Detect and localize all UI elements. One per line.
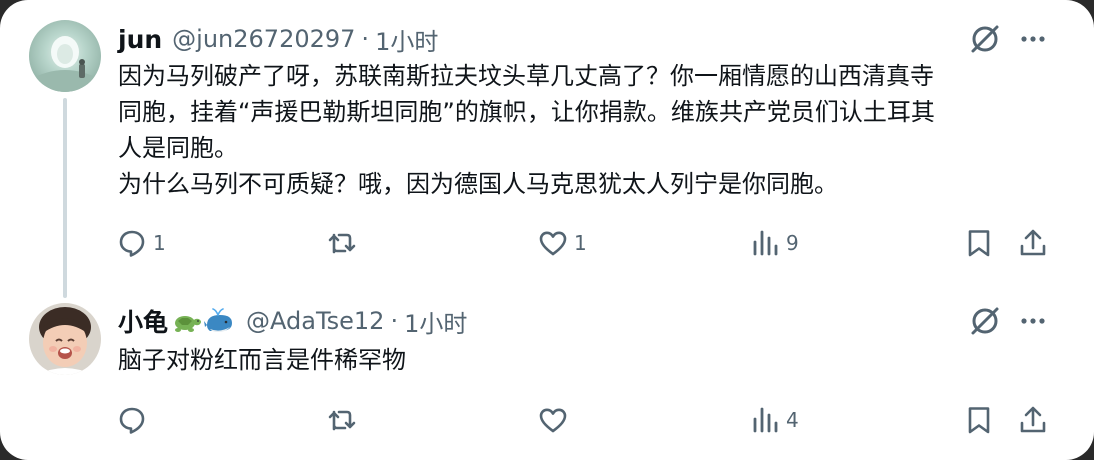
- action-bar: 1 1 9: [0, 223, 1094, 263]
- tweet-text: 脑子对粉红而言是件稀罕物: [118, 342, 1068, 378]
- share-button[interactable]: [1018, 223, 1048, 263]
- grok-icon[interactable]: [968, 22, 1002, 56]
- display-name[interactable]: jun: [118, 25, 162, 54]
- action-bar: 4: [0, 400, 1094, 440]
- retweet-button[interactable]: [327, 400, 363, 440]
- tweet-text: 因为马列破产了呀，苏联南斯拉夫坟头草几丈高了？你一厢情愿的山西清真寺 同胞，挂着…: [118, 58, 1068, 202]
- whale-emoji: [204, 308, 233, 332]
- views-button[interactable]: 4: [750, 400, 799, 440]
- user-handle[interactable]: @jun26720297: [172, 25, 355, 53]
- tweet-thread-card: jun @jun26720297 · 1小时 因为马列破产了呀，苏联南斯拉夫坟头…: [0, 0, 1094, 460]
- avatar-jun[interactable]: [29, 20, 101, 92]
- retweet-icon: [328, 233, 356, 254]
- views-count: 9: [786, 231, 799, 255]
- reply-icon: [119, 230, 145, 257]
- like-icon: [539, 231, 567, 256]
- display-name[interactable]: 小龟: [118, 303, 168, 339]
- reply-icon: [119, 407, 145, 434]
- bookmark-button[interactable]: [964, 400, 994, 440]
- bookmark-icon: [968, 230, 990, 257]
- tweet-header: 小龟 @AdaTse12 · 1小时: [118, 304, 467, 338]
- tweet-text-line: 为什么马列不可质疑？哦，因为德国人马克思犹太人列宁是你同胞。: [118, 170, 838, 198]
- tweet-text-line: 人是同胞。: [118, 134, 238, 162]
- avatar-adatse[interactable]: [29, 303, 101, 375]
- tweet-text-line: 因为马列破产了呀，苏联南斯拉夫坟头草几丈高了？你一厢情愿的山西清真寺: [118, 62, 934, 90]
- like-button[interactable]: 1: [538, 223, 587, 263]
- retweet-icon: [328, 410, 356, 431]
- user-handle[interactable]: @AdaTse12: [246, 307, 384, 335]
- bookmark-button[interactable]: [964, 223, 994, 263]
- timestamp[interactable]: 1小时: [404, 304, 467, 339]
- grok-icon[interactable]: [968, 304, 1002, 338]
- reply-button[interactable]: 1: [117, 223, 166, 263]
- reply-count: 1: [153, 231, 166, 255]
- share-icon: [1020, 229, 1046, 256]
- separator-dot: ·: [361, 25, 370, 53]
- tweet-header: jun @jun26720297 · 1小时: [118, 22, 438, 56]
- share-icon: [1020, 406, 1046, 433]
- separator-dot: ·: [390, 307, 399, 335]
- like-button[interactable]: [538, 400, 574, 440]
- more-icon[interactable]: [1018, 306, 1048, 336]
- bookmark-icon: [968, 407, 990, 434]
- share-button[interactable]: [1018, 400, 1048, 440]
- views-icon: [753, 230, 778, 256]
- more-icon[interactable]: [1018, 24, 1048, 54]
- views-icon: [753, 407, 778, 433]
- thread-connector-line: [63, 98, 67, 298]
- like-icon: [539, 408, 567, 433]
- tweet-text-line: 同胞，挂着“声援巴勒斯坦同胞”的旗帜，让你捐款。维族共产党员们认土耳其: [118, 98, 935, 126]
- tweet-text-line: 脑子对粉红而言是件稀罕物: [118, 346, 406, 374]
- tweet-adatse[interactable]: 小龟 @AdaTse12 · 1小时 脑子对粉红而言是件稀罕物 4: [0, 290, 1094, 460]
- views-count: 4: [786, 408, 799, 432]
- like-count: 1: [574, 231, 587, 255]
- reply-button[interactable]: [117, 400, 153, 440]
- views-button[interactable]: 9: [750, 223, 799, 263]
- retweet-button[interactable]: [327, 223, 363, 263]
- tweet-jun[interactable]: jun @jun26720297 · 1小时 因为马列破产了呀，苏联南斯拉夫坟头…: [0, 0, 1094, 298]
- timestamp[interactable]: 1小时: [375, 22, 438, 57]
- turtle-emoji: [175, 316, 202, 332]
